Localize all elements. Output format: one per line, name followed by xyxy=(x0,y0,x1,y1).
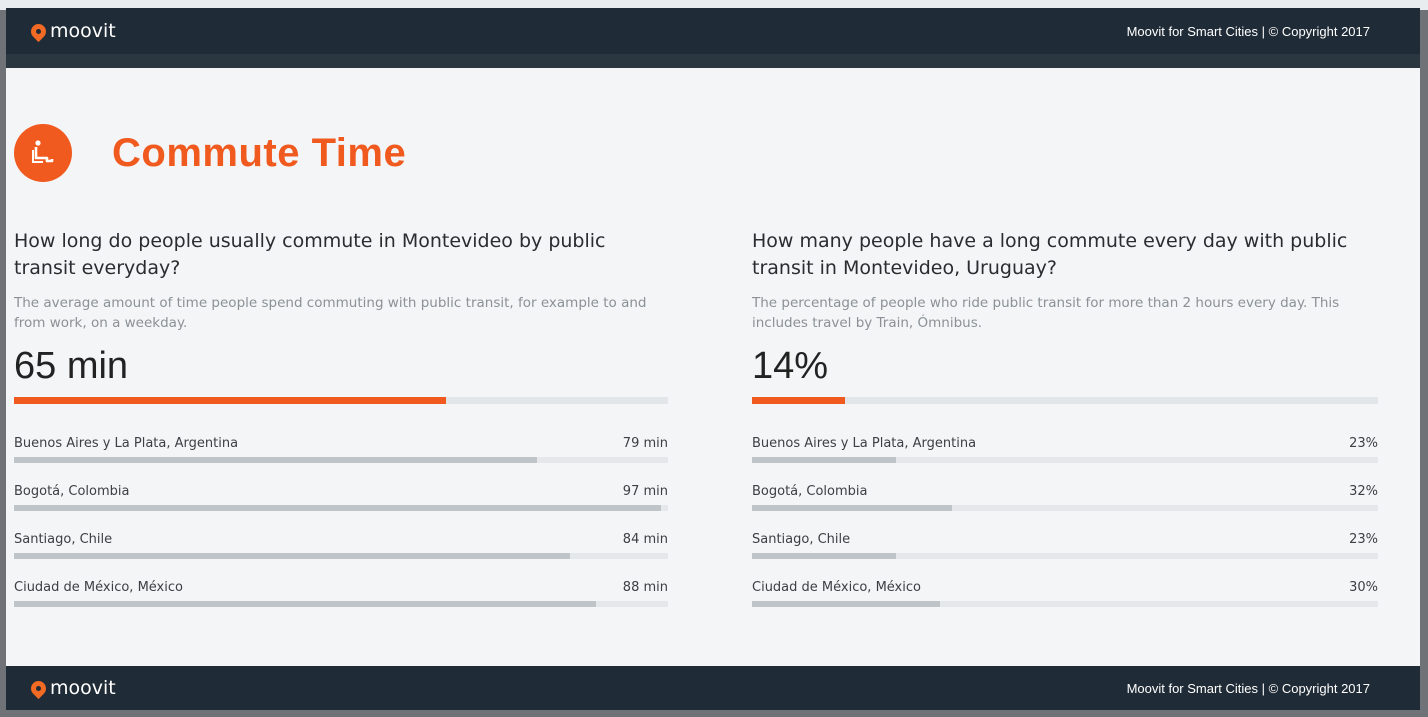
commute-duration-bar-fill xyxy=(14,397,446,404)
header-bar: moovit Moovit for Smart Cities | © Copyr… xyxy=(6,8,1420,54)
section-header: Commute Time xyxy=(14,124,406,182)
comparison-bar-fill xyxy=(14,553,570,559)
comparison-bar xyxy=(14,601,668,607)
comparison-row: Buenos Aires y La Plata, Argentina 79 mi… xyxy=(14,435,668,483)
brand-name: moovit xyxy=(50,20,116,42)
header-meta: Moovit for Smart Cities | © Copyright 20… xyxy=(1126,23,1370,39)
comparison-city: Buenos Aires y La Plata, Argentina xyxy=(752,436,977,451)
brand-name: moovit xyxy=(50,677,116,699)
comparison-bar xyxy=(14,553,668,559)
report-frame: moovit Moovit for Smart Cities | © Copyr… xyxy=(6,8,1420,710)
long-commute-description: The percentage of people who ride public… xyxy=(752,295,1340,331)
comparison-city: Ciudad de México, México xyxy=(14,580,183,595)
comparison-bar xyxy=(752,505,1378,511)
location-pin-icon xyxy=(27,20,50,42)
comparison-value: 23% xyxy=(1349,436,1378,451)
comparison-bar-fill xyxy=(752,553,896,559)
long-commute-bar xyxy=(752,397,1378,404)
long-commute-question: How many people have a long commute ever… xyxy=(752,230,1348,279)
comparison-city: Buenos Aires y La Plata, Argentina xyxy=(14,436,239,451)
commute-duration-column: How long do people usually commute in Mo… xyxy=(14,228,668,627)
commute-duration-question: How long do people usually commute in Mo… xyxy=(14,230,606,279)
content-panel: Commute Time How long do people usually … xyxy=(6,68,1420,666)
commute-duration-value: 65 min xyxy=(14,345,129,387)
comparison-bar-fill xyxy=(752,457,896,463)
section-title: Commute Time xyxy=(112,130,407,175)
footer-bar: moovit Moovit for Smart Cities | © Copyr… xyxy=(6,666,1420,710)
comparison-city: Bogotá, Colombia xyxy=(14,484,130,499)
comparison-bar-fill xyxy=(14,457,538,463)
comparison-row: Ciudad de México, México 30% xyxy=(752,579,1378,627)
footer-meta: Moovit for Smart Cities | © Copyright 20… xyxy=(1126,680,1370,696)
seated-person-icon xyxy=(14,124,72,182)
comparison-row: Santiago, Chile 84 min xyxy=(14,531,668,579)
comparison-list: Buenos Aires y La Plata, Argentina 23% B… xyxy=(752,435,1378,627)
comparison-value: 30% xyxy=(1349,580,1378,595)
comparison-city: Santiago, Chile xyxy=(752,532,851,547)
comparison-bar xyxy=(14,457,668,463)
comparison-bar-fill xyxy=(752,601,940,607)
comparison-value: 79 min xyxy=(622,436,668,451)
commute-duration-bar xyxy=(14,397,668,404)
moovit-logo[interactable]: moovit xyxy=(27,20,116,42)
moovit-logo[interactable]: moovit xyxy=(27,677,116,699)
long-commute-column: How many people have a long commute ever… xyxy=(752,228,1378,627)
comparison-bar-fill xyxy=(752,505,953,511)
long-commute-bar-fill xyxy=(752,397,845,404)
comparison-bar-fill xyxy=(14,601,597,607)
comparison-bar xyxy=(752,601,1378,607)
comparison-city: Santiago, Chile xyxy=(14,532,113,547)
comparison-row: Buenos Aires y La Plata, Argentina 23% xyxy=(752,435,1378,483)
comparison-bar xyxy=(14,505,668,511)
comparison-value: 84 min xyxy=(622,532,668,547)
comparison-list: Buenos Aires y La Plata, Argentina 79 mi… xyxy=(14,435,668,627)
comparison-row: Ciudad de México, México 88 min xyxy=(14,579,668,627)
commute-duration-description: The average amount of time people spend … xyxy=(14,295,647,331)
comparison-row: Bogotá, Colombia 97 min xyxy=(14,483,668,531)
comparison-bar-fill xyxy=(14,505,662,511)
comparison-bar xyxy=(752,553,1378,559)
comparison-value: 32% xyxy=(1349,484,1378,499)
comparison-city: Ciudad de México, México xyxy=(752,580,921,595)
long-commute-value: 14% xyxy=(752,345,829,387)
comparison-row: Santiago, Chile 23% xyxy=(752,531,1378,579)
comparison-value: 88 min xyxy=(622,580,668,595)
location-pin-icon xyxy=(27,677,50,699)
comparison-city: Bogotá, Colombia xyxy=(752,484,868,499)
comparison-row: Bogotá, Colombia 32% xyxy=(752,483,1378,531)
comparison-value: 97 min xyxy=(622,484,668,499)
comparison-value: 23% xyxy=(1349,532,1378,547)
comparison-bar xyxy=(752,457,1378,463)
